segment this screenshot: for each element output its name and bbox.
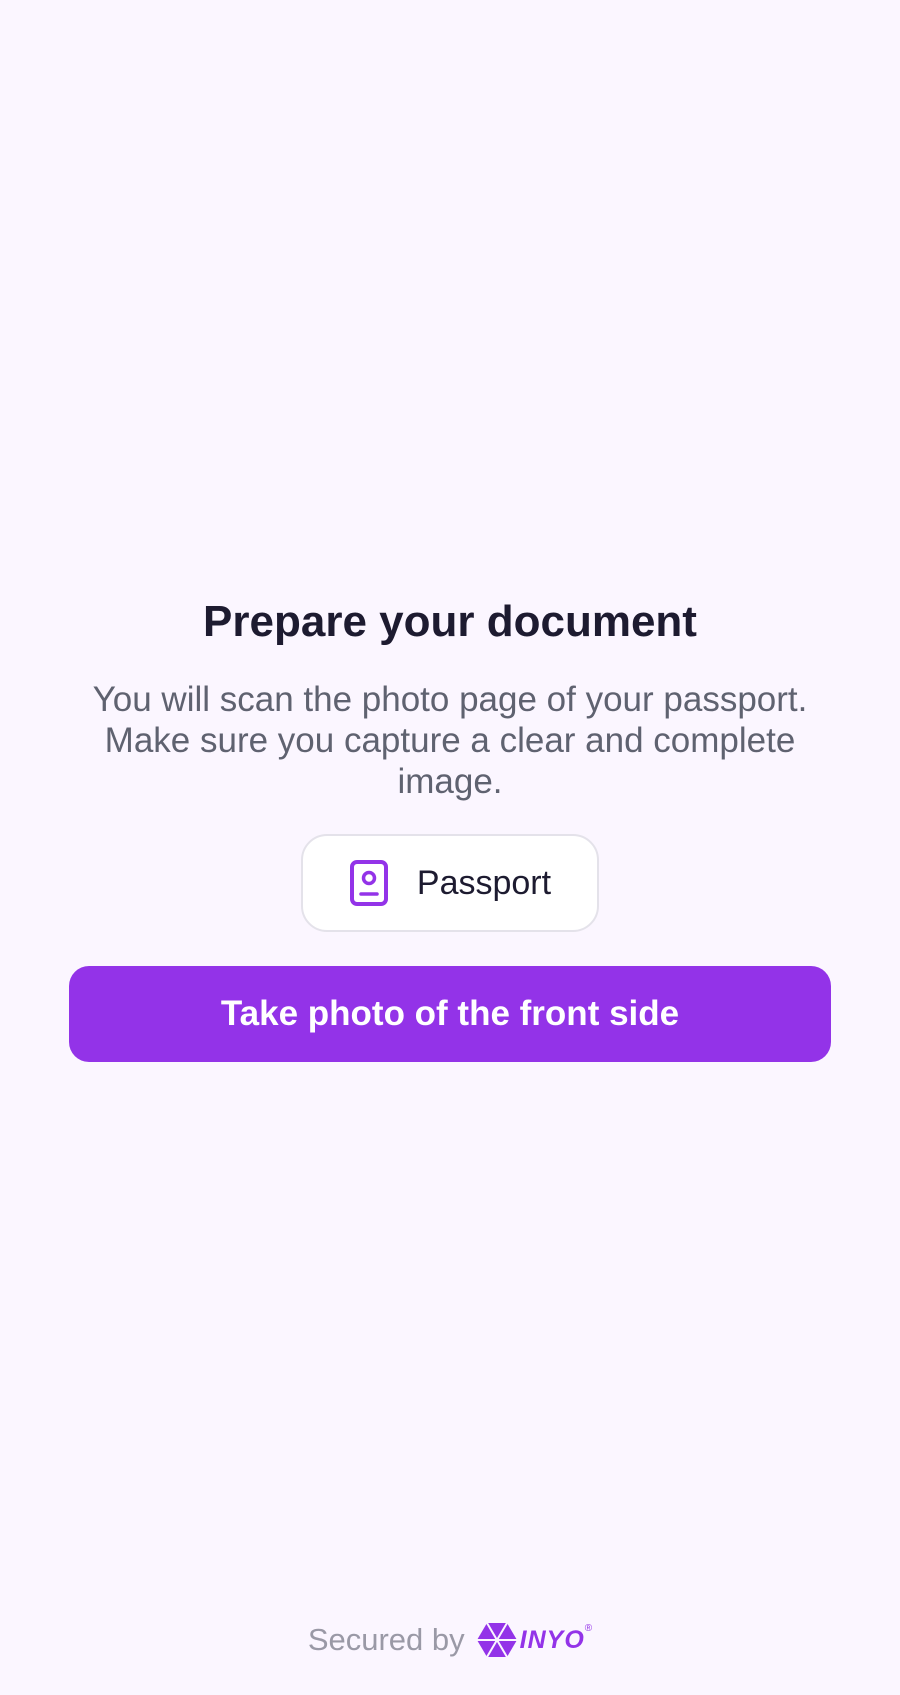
inyo-logo-icon bbox=[476, 1622, 517, 1658]
passport-icon bbox=[349, 860, 388, 906]
inyo-logo: INYO ® bbox=[476, 1621, 593, 1659]
instructions-text: You will scan the photo page of your pas… bbox=[92, 680, 808, 801]
secured-by-text: Secured by bbox=[307, 1622, 465, 1657]
document-prep-screen: Prepare your document You will scan the … bbox=[0, 595, 900, 1062]
registered-mark: ® bbox=[584, 1623, 593, 1634]
secured-by-footer: Secured by INYO ® bbox=[0, 1618, 900, 1662]
take-front-photo-button[interactable]: Take photo of the front side bbox=[69, 966, 831, 1062]
inyo-logo-wordmark: INYO bbox=[519, 1625, 585, 1654]
page-title: Prepare your document bbox=[203, 597, 697, 646]
document-type-label: Passport bbox=[416, 863, 552, 902]
document-type-chip: Passport bbox=[301, 834, 599, 932]
